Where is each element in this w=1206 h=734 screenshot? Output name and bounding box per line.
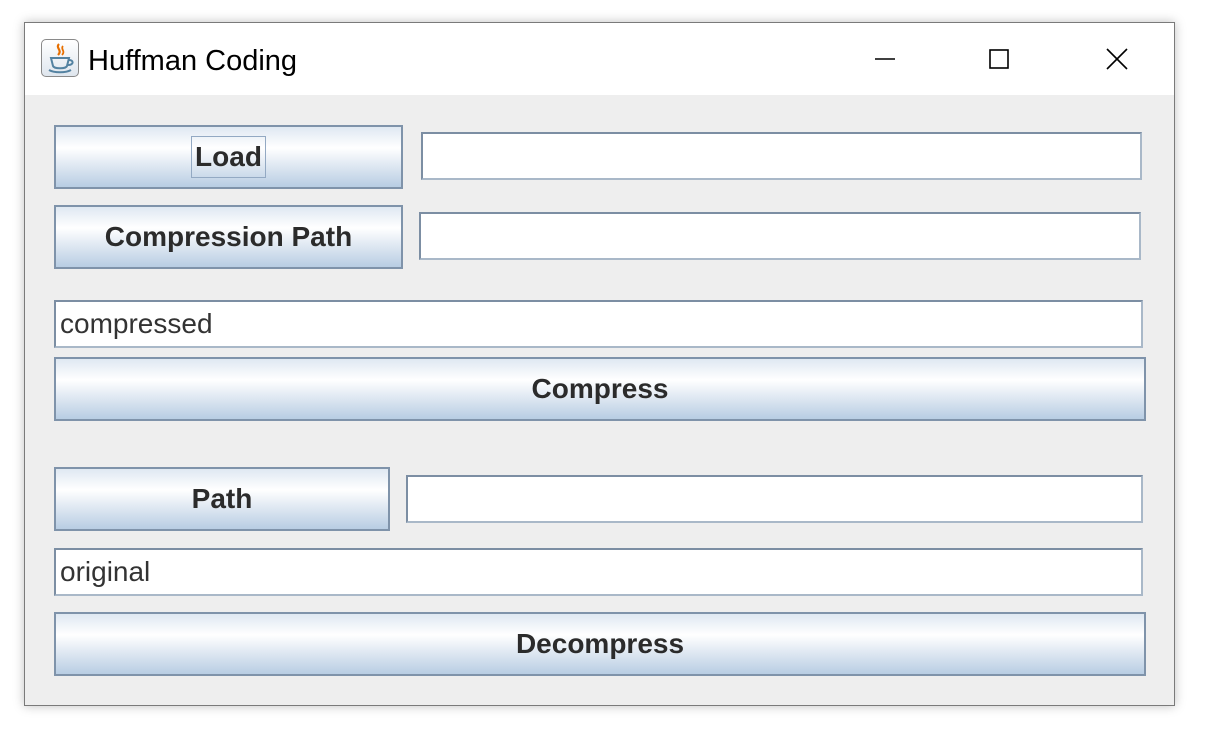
decompress-button[interactable]: Decompress [54, 612, 1146, 676]
window-title: Huffman Coding [88, 45, 298, 77]
compression-path-field[interactable] [419, 212, 1141, 260]
compression-path-button[interactable]: Compression Path [54, 205, 403, 269]
original-name-field[interactable]: original [54, 548, 1143, 596]
maximize-button[interactable] [969, 37, 1029, 81]
maximize-icon [989, 49, 1009, 69]
load-button[interactable]: Load [54, 125, 403, 189]
close-icon [1106, 48, 1128, 70]
minimize-icon [875, 58, 895, 60]
compress-button[interactable]: Compress [54, 357, 1146, 421]
java-cup-icon[interactable] [41, 39, 79, 77]
title-bar[interactable]: Huffman Coding [25, 23, 1174, 95]
minimize-button[interactable] [855, 37, 915, 81]
path-button[interactable]: Path [54, 467, 390, 531]
decompress-path-field[interactable] [406, 475, 1143, 523]
app-window: Huffman Coding Load Compression Path com… [24, 22, 1175, 706]
compressed-name-field[interactable]: compressed [54, 300, 1143, 348]
load-path-field[interactable] [421, 132, 1142, 180]
close-button[interactable] [1087, 37, 1147, 81]
load-button-label: Load [191, 136, 266, 178]
